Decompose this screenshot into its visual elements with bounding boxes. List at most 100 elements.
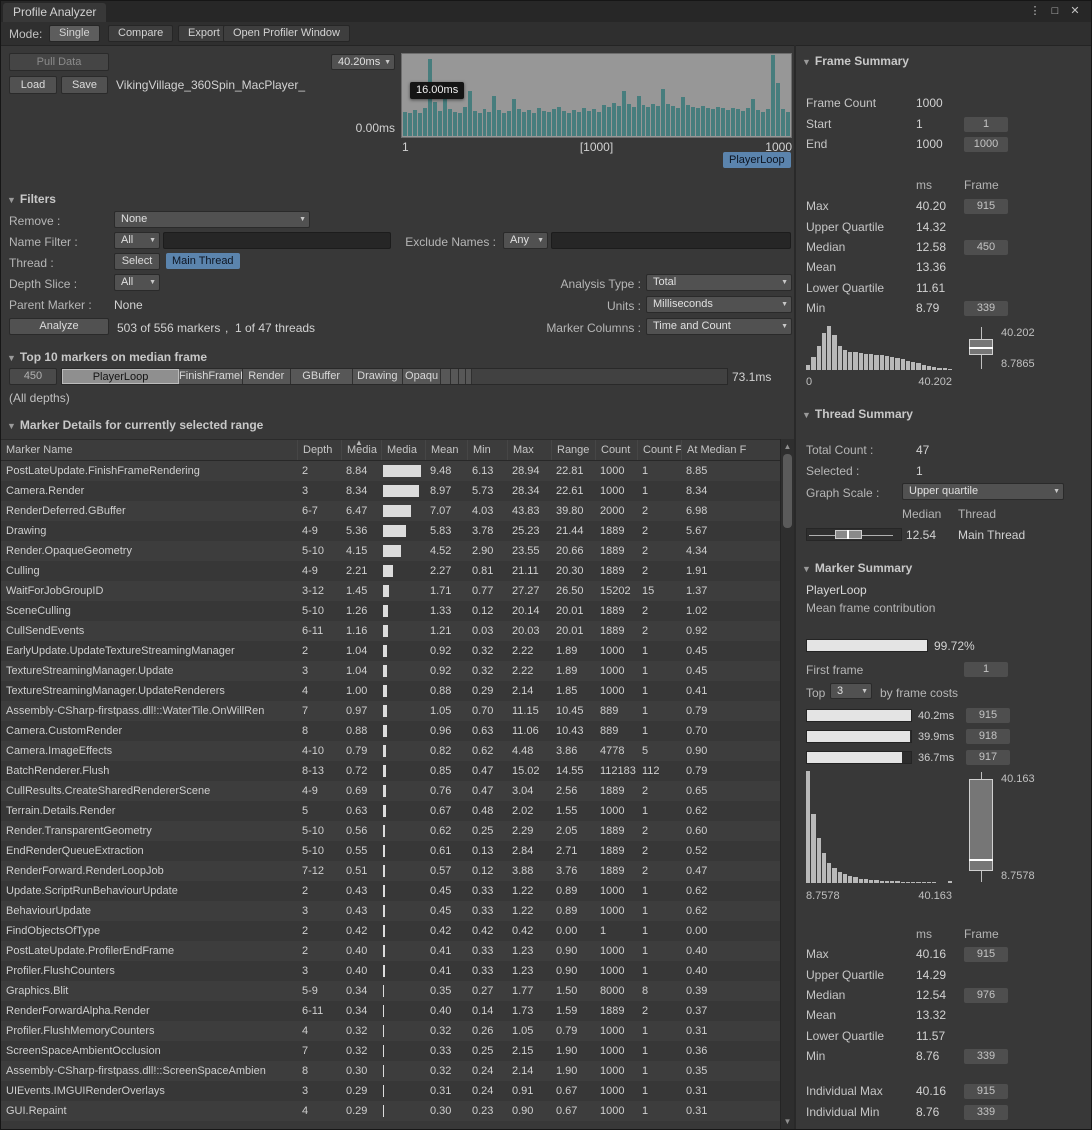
top10-segment[interactable] <box>451 369 459 384</box>
table-row[interactable]: EarlyUpdate.UpdateTextureStreamingManage… <box>1 641 780 661</box>
mode-compare-button[interactable]: Compare <box>108 25 173 42</box>
table-row[interactable]: RenderForwardAlpha.Render6-110.340.400.1… <box>1 1001 780 1021</box>
table-scrollbar[interactable]: ▲ ▼ <box>780 439 794 1129</box>
table-row[interactable]: Drawing4-95.365.833.7825.2321.44188925.6… <box>1 521 780 541</box>
top10-segment[interactable] <box>466 369 472 384</box>
top10-segment[interactable] <box>459 369 466 384</box>
table-row[interactable]: TextureStreamingManager.Update31.040.920… <box>1 661 780 681</box>
table-row[interactable]: Terrain.Details.Render50.630.670.482.021… <box>1 801 780 821</box>
table-row[interactable]: RenderDeferred.GBuffer6-76.477.074.0343.… <box>1 501 780 521</box>
mode-single-button[interactable]: Single <box>49 25 100 42</box>
scrollbar-thumb[interactable] <box>783 454 792 528</box>
col-count[interactable]: Count <box>595 440 637 460</box>
table-row[interactable]: CullSendEvents6-111.161.210.0320.0320.01… <box>1 621 780 641</box>
top10-segment[interactable] <box>441 369 451 384</box>
save-button[interactable]: Save <box>61 76 108 94</box>
frame-time-chart[interactable]: 16.00ms <box>401 53 792 138</box>
depth-slice-dropdown[interactable]: All ▼ <box>114 274 160 291</box>
col-depth[interactable]: Depth <box>297 440 341 460</box>
thread-summary-header[interactable]: ▼Thread Summary <box>802 407 913 421</box>
analyze-button[interactable]: Analyze <box>9 318 109 335</box>
tab-profile-analyzer[interactable]: Profile Analyzer <box>3 3 106 22</box>
frame-chip[interactable]: 915 <box>964 1084 1008 1099</box>
scroll-down-icon[interactable]: ▼ <box>781 1115 794 1128</box>
table-row[interactable]: GUI.Repaint40.290.300.230.900.67100010.3… <box>1 1101 780 1121</box>
frame-chip[interactable]: 976 <box>964 988 1008 1003</box>
frame-chip[interactable]: 1 <box>964 117 1008 132</box>
median-frame-button[interactable]: 450 <box>9 368 57 385</box>
frame-summary-header[interactable]: ▼Frame Summary <box>802 54 909 68</box>
pull-data-button[interactable]: Pull Data <box>9 53 109 71</box>
col-range[interactable]: Range <box>551 440 595 460</box>
frame-chip[interactable]: 917 <box>966 750 1010 765</box>
scroll-up-icon[interactable]: ▲ <box>781 440 794 453</box>
table-row[interactable]: Update.ScriptRunBehaviourUpdate20.430.45… <box>1 881 780 901</box>
table-row[interactable]: Render.OpaqueGeometry5-104.154.522.9023.… <box>1 541 780 561</box>
thread-box-plot[interactable] <box>806 528 902 541</box>
table-row[interactable]: Assembly-CSharp-firstpass.dll!::ScreenSp… <box>1 1061 780 1081</box>
first-frame-chip[interactable]: 1 <box>964 662 1008 677</box>
col-median-bar[interactable]: Media <box>381 440 425 460</box>
top-n-dropdown[interactable]: 3 ▼ <box>830 683 872 699</box>
name-filter-mode-dropdown[interactable]: All ▼ <box>114 232 160 249</box>
table-row[interactable]: EndRenderQueueExtraction5-100.550.610.13… <box>1 841 780 861</box>
exclude-mode-dropdown[interactable]: Any ▼ <box>503 232 548 249</box>
frame-histogram[interactable] <box>806 326 952 370</box>
frame-chip[interactable]: 918 <box>966 729 1010 744</box>
top10-segment[interactable]: Drawing <box>353 369 404 384</box>
units-dropdown[interactable]: Milliseconds ▼ <box>646 296 792 313</box>
col-count-frame[interactable]: Count Fra <box>637 440 681 460</box>
table-row[interactable]: SceneCulling5-101.261.330.1220.1420.0118… <box>1 601 780 621</box>
load-button[interactable]: Load <box>9 76 57 94</box>
table-row[interactable]: CullResults.CreateSharedRendererScene4-9… <box>1 781 780 801</box>
name-filter-input[interactable] <box>163 232 391 249</box>
maximize-icon[interactable]: □ <box>1047 3 1063 19</box>
col-max[interactable]: Max <box>507 440 551 460</box>
table-row[interactable]: Camera.CustomRender80.880.960.6311.0610.… <box>1 721 780 741</box>
marker-summary-header[interactable]: ▼Marker Summary <box>802 561 912 575</box>
table-row[interactable]: BehaviourUpdate30.430.450.331.220.891000… <box>1 901 780 921</box>
frame-chip[interactable]: 915 <box>964 947 1008 962</box>
frame-chip[interactable]: 339 <box>964 1105 1008 1120</box>
table-row[interactable]: BatchRenderer.Flush8-130.720.850.4715.02… <box>1 761 780 781</box>
remove-dropdown[interactable]: None ▼ <box>114 211 310 228</box>
col-min[interactable]: Min <box>467 440 507 460</box>
thread-select-button[interactable]: Select <box>114 253 160 270</box>
marker-details-header[interactable]: ▼Marker Details for currently selected r… <box>7 418 263 432</box>
marker-columns-dropdown[interactable]: Time and Count ▼ <box>646 318 792 335</box>
top10-segment[interactable]: GBuffer <box>291 369 353 384</box>
top10-segment[interactable]: FinishFrameR <box>179 369 243 384</box>
table-row[interactable]: Profiler.FlushMemoryCounters40.320.320.2… <box>1 1021 780 1041</box>
sort-ascending-icon[interactable]: ▲ <box>355 438 363 447</box>
table-row[interactable]: UIEvents.IMGUIRenderOverlays30.290.310.2… <box>1 1081 780 1101</box>
col-at-median[interactable]: At Median F <box>681 440 780 460</box>
table-row[interactable]: Camera.ImageEffects4-100.790.820.624.483… <box>1 741 780 761</box>
top10-segment[interactable]: Opaqu <box>403 369 441 384</box>
top10-segment[interactable]: Render <box>243 369 291 384</box>
frame-chip[interactable]: 1000 <box>964 137 1008 152</box>
table-row[interactable]: Graphics.Blit5-90.340.350.271.771.508000… <box>1 981 780 1001</box>
table-row[interactable]: PostLateUpdate.ProfilerEndFrame20.400.41… <box>1 941 780 961</box>
table-row[interactable]: RenderForward.RenderLoopJob7-120.510.570… <box>1 861 780 881</box>
analysis-type-dropdown[interactable]: Total ▼ <box>646 274 792 291</box>
table-row[interactable]: Assembly-CSharp-firstpass.dll!::WaterTil… <box>1 701 780 721</box>
chart-scale-dropdown[interactable]: 40.20ms ▼ <box>331 54 395 70</box>
frame-chip[interactable]: 450 <box>964 240 1008 255</box>
frame-chip[interactable]: 915 <box>964 199 1008 214</box>
marker-histogram[interactable] <box>806 771 952 883</box>
close-icon[interactable]: ✕ <box>1067 3 1083 19</box>
top10-header[interactable]: ▼Top 10 markers on median frame <box>7 350 207 364</box>
table-row[interactable]: ScreenSpaceAmbientOcclusion70.320.330.25… <box>1 1041 780 1061</box>
table-row[interactable]: PostLateUpdate.FinishFrameRendering28.84… <box>1 461 780 481</box>
frame-chip[interactable]: 339 <box>964 301 1008 316</box>
thread-filter-chip[interactable]: Main Thread <box>166 253 240 269</box>
table-row[interactable]: FindObjectsOfType20.420.420.420.420.0011… <box>1 921 780 941</box>
table-row[interactable]: Camera.Render38.348.975.7328.3422.611000… <box>1 481 780 501</box>
col-marker-name[interactable]: Marker Name <box>1 440 297 460</box>
kebab-menu-icon[interactable]: ⋮ <box>1027 3 1043 19</box>
table-row[interactable]: Profiler.FlushCounters30.400.410.331.230… <box>1 961 780 981</box>
top10-segment[interactable]: PlayerLoop <box>62 369 179 384</box>
table-row[interactable]: Culling4-92.212.270.8121.1120.30188921.9… <box>1 561 780 581</box>
table-row[interactable]: Render.TransparentGeometry5-100.560.620.… <box>1 821 780 841</box>
filters-header[interactable]: ▼Filters <box>7 192 56 206</box>
